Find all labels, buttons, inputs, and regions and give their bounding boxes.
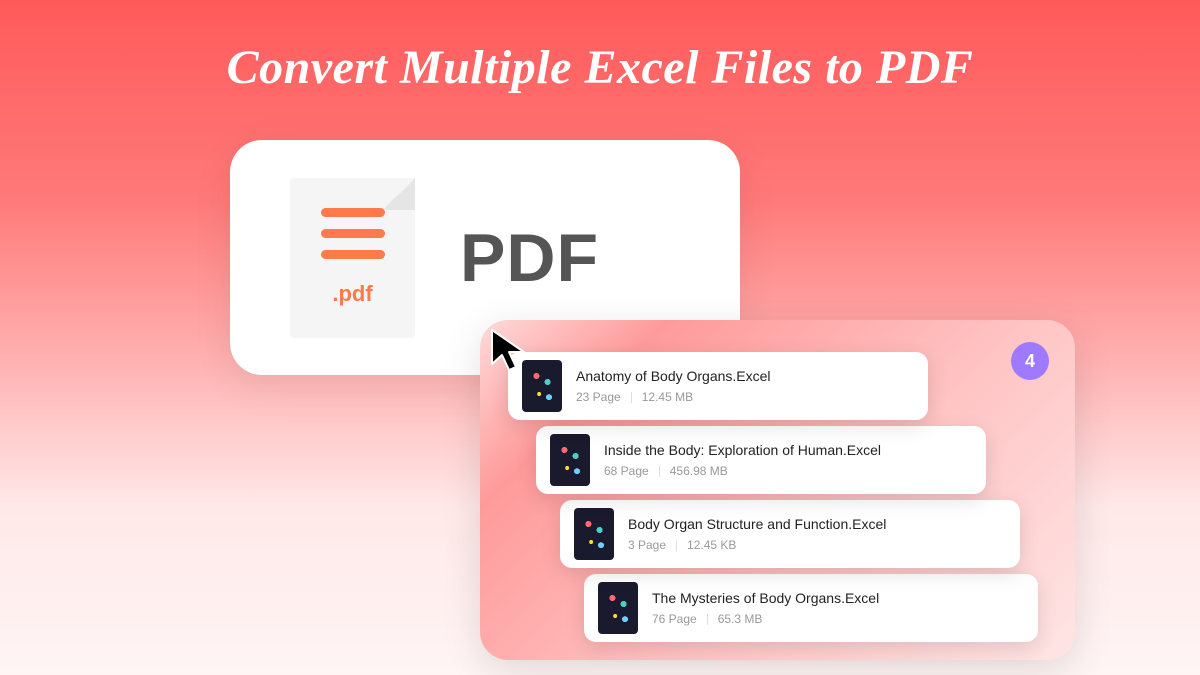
file-count-badge: 4: [1011, 342, 1049, 380]
file-meta: 3 Page 12.45 KB: [628, 538, 886, 552]
page-title: Convert Multiple Excel Files to PDF: [0, 0, 1200, 95]
file-size: 12.45 MB: [642, 390, 693, 404]
meta-separator: [659, 466, 660, 477]
file-meta: 23 Page 12.45 MB: [576, 390, 771, 404]
file-size: 65.3 MB: [718, 612, 763, 626]
file-name: Inside the Body: Exploration of Human.Ex…: [604, 442, 881, 458]
file-card[interactable]: Inside the Body: Exploration of Human.Ex…: [536, 426, 986, 494]
file-thumbnail: [598, 582, 638, 634]
file-name: Body Organ Structure and Function.Excel: [628, 516, 886, 532]
file-meta: 68 Page 456.98 MB: [604, 464, 881, 478]
file-card[interactable]: The Mysteries of Body Organs.Excel 76 Pa…: [584, 574, 1038, 642]
file-pages: 68 Page: [604, 464, 649, 478]
file-size: 456.98 MB: [670, 464, 728, 478]
file-card[interactable]: Anatomy of Body Organs.Excel 23 Page 12.…: [508, 352, 928, 420]
file-name: Anatomy of Body Organs.Excel: [576, 368, 771, 384]
file-size: 12.45 KB: [687, 538, 736, 552]
file-meta: 76 Page 65.3 MB: [652, 612, 879, 626]
file-thumbnail: [574, 508, 614, 560]
pdf-label: PDF: [460, 219, 599, 297]
cursor-icon: [484, 324, 536, 381]
file-thumbnail: [550, 434, 590, 486]
file-name: The Mysteries of Body Organs.Excel: [652, 590, 879, 606]
meta-separator: [631, 392, 632, 403]
file-pages: 3 Page: [628, 538, 666, 552]
file-card[interactable]: Body Organ Structure and Function.Excel …: [560, 500, 1020, 568]
file-list-panel: 4 Anatomy of Body Organs.Excel 23 Page 1…: [480, 320, 1075, 660]
pdf-file-icon: .pdf: [290, 178, 415, 338]
pdf-extension-label: .pdf: [332, 281, 372, 307]
file-pages: 76 Page: [652, 612, 697, 626]
document-lines-icon: [321, 208, 385, 259]
meta-separator: [676, 540, 677, 551]
file-pages: 23 Page: [576, 390, 621, 404]
meta-separator: [707, 614, 708, 625]
